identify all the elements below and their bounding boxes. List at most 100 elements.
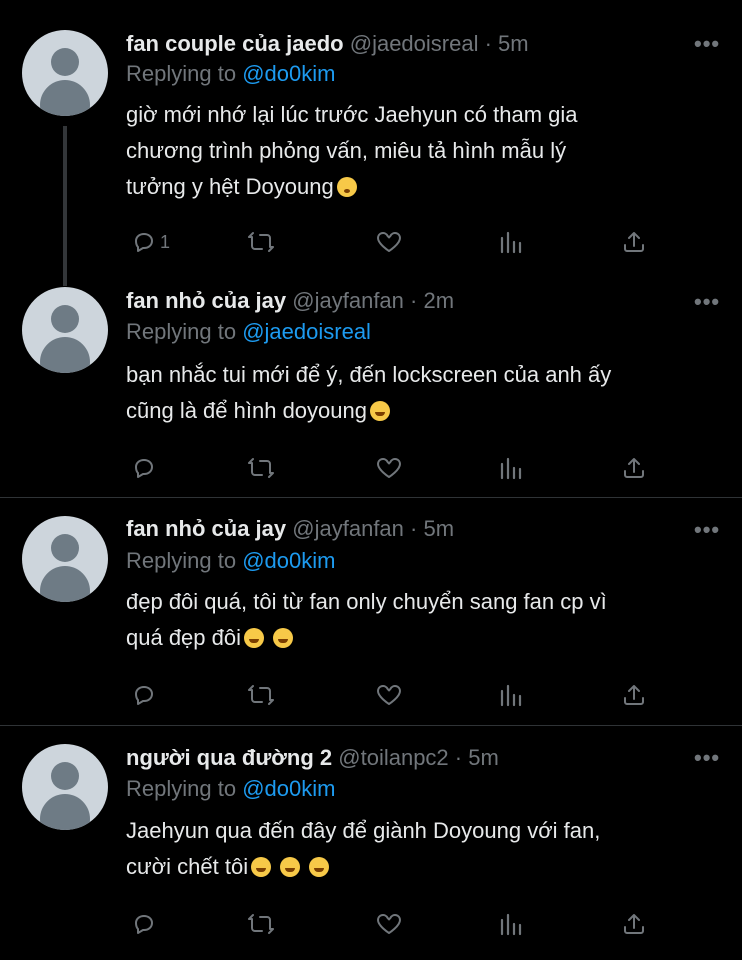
share-button[interactable] xyxy=(622,227,646,257)
replying-handle-link[interactable]: @do0kim xyxy=(242,548,335,573)
tweet-actions xyxy=(126,909,646,939)
thread-line xyxy=(63,126,67,286)
display-name[interactable]: người qua đường 2 xyxy=(126,745,332,770)
more-options-icon[interactable]: ••• xyxy=(694,33,720,55)
reply-button[interactable] xyxy=(132,453,156,483)
tweet-text: bạn nhắc tui mới để ý, đến lockscreen củ… xyxy=(126,357,726,429)
share-icon xyxy=(624,232,644,252)
analytics-icon xyxy=(500,913,522,936)
reply-button[interactable] xyxy=(132,909,156,939)
like-button[interactable] xyxy=(375,909,403,939)
reply-button[interactable] xyxy=(132,680,156,710)
replying-to: Replying to @do0kim xyxy=(126,546,335,576)
analytics-icon xyxy=(500,684,522,707)
avatar[interactable] xyxy=(22,744,108,830)
tweet-text-line: đẹp đôi quá, tôi từ fan only chuyển sang… xyxy=(126,589,607,614)
replying-handle-link[interactable]: @jaedoisreal xyxy=(242,319,371,344)
tweet-text-line: cũng là để hình doyoung xyxy=(126,398,367,423)
separator: · xyxy=(403,288,424,313)
tweet-header: fan nhỏ của jay @jayfanfan · 2m xyxy=(126,286,454,316)
replying-to: Replying to @jaedoisreal xyxy=(126,317,371,347)
tweet-header: người qua đường 2 @toilanpc2 · 5m xyxy=(126,743,499,773)
smiling-face-hearts-emoji-icon xyxy=(244,628,264,648)
replying-prefix: Replying to xyxy=(126,776,237,801)
analytics-button[interactable] xyxy=(499,227,523,257)
user-handle[interactable]: @jayfanfan xyxy=(292,288,404,313)
like-button[interactable] xyxy=(375,680,403,710)
timestamp[interactable]: 5m xyxy=(468,745,499,770)
retweet-icon xyxy=(248,914,274,934)
like-icon xyxy=(376,914,402,934)
analytics-button[interactable] xyxy=(499,453,523,483)
more-options-icon[interactable]: ••• xyxy=(694,747,720,769)
tweet-text-line: bạn nhắc tui mới để ý, đến lockscreen củ… xyxy=(126,362,612,387)
display-name[interactable]: fan nhỏ của jay xyxy=(126,288,286,313)
tweet-divider xyxy=(0,725,742,726)
share-icon xyxy=(624,458,644,478)
tweet-text-line: chương trình phỏng vấn, miêu tả hình mẫu… xyxy=(126,138,567,163)
display-name[interactable]: fan nhỏ của jay xyxy=(126,516,286,541)
avatar[interactable] xyxy=(22,30,108,116)
replying-to: Replying to @do0kim xyxy=(126,59,335,89)
tweet-actions xyxy=(126,453,646,483)
display-name[interactable]: fan couple của jaedo xyxy=(126,31,344,56)
user-handle[interactable]: @toilanpc2 xyxy=(338,745,448,770)
tweet-text: Jaehyun qua đến đây để giành Doyoung với… xyxy=(126,813,726,885)
tweet-text-line: cười chết tôi xyxy=(126,854,249,879)
separator: · xyxy=(403,516,424,541)
like-button[interactable] xyxy=(375,227,403,257)
tweet-text: giờ mới nhớ lại lúc trước Jaehyun có tha… xyxy=(126,97,726,205)
replying-to: Replying to @do0kim xyxy=(126,774,335,804)
retweet-icon xyxy=(248,232,274,252)
tweet-divider xyxy=(0,497,742,498)
avatar[interactable] xyxy=(22,516,108,602)
tweet-text-line: quá đẹp đôi xyxy=(126,625,241,650)
like-icon xyxy=(376,685,402,705)
user-handle[interactable]: @jayfanfan xyxy=(292,516,404,541)
rofl-emoji-icon xyxy=(251,857,272,877)
tweet-text-line: tưởng y hệt Doyoung xyxy=(126,174,334,199)
replying-prefix: Replying to xyxy=(126,548,237,573)
smiling-face-hearts-emoji-icon xyxy=(273,628,294,648)
rofl-emoji-icon xyxy=(280,857,301,877)
analytics-icon xyxy=(500,457,522,480)
tweet-text: đẹp đôi quá, tôi từ fan only chuyển sang… xyxy=(126,584,726,656)
analytics-button[interactable] xyxy=(499,680,523,710)
share-button[interactable] xyxy=(622,909,646,939)
separator: · xyxy=(448,745,469,770)
like-button[interactable] xyxy=(375,453,403,483)
flushed-face-emoji-icon xyxy=(336,177,357,197)
tweet-actions xyxy=(126,680,646,710)
share-button[interactable] xyxy=(622,453,646,483)
retweet-button[interactable] xyxy=(247,227,275,257)
reply-icon xyxy=(135,459,153,478)
analytics-button[interactable] xyxy=(499,909,523,939)
retweet-icon xyxy=(248,458,274,478)
replying-handle-link[interactable]: @do0kim xyxy=(242,776,335,801)
more-options-icon[interactable]: ••• xyxy=(694,291,720,313)
tweet-text-line: Jaehyun qua đến đây để giành Doyoung với… xyxy=(126,818,601,843)
replying-prefix: Replying to xyxy=(126,319,237,344)
timestamp[interactable]: 2m xyxy=(423,288,454,313)
avatar[interactable] xyxy=(22,287,108,373)
reply-icon xyxy=(135,233,153,252)
retweet-button[interactable] xyxy=(247,453,275,483)
share-icon xyxy=(624,685,644,705)
share-button[interactable] xyxy=(622,680,646,710)
separator: · xyxy=(478,31,499,56)
like-icon xyxy=(376,458,402,478)
timestamp[interactable]: 5m xyxy=(498,31,529,56)
retweet-button[interactable] xyxy=(247,680,275,710)
like-icon xyxy=(376,232,402,252)
more-options-icon[interactable]: ••• xyxy=(694,519,720,541)
retweet-button[interactable] xyxy=(247,909,275,939)
user-handle[interactable]: @jaedoisreal xyxy=(350,31,479,56)
tweet-header: fan couple của jaedo @jaedoisreal · 5m xyxy=(126,29,529,59)
replying-prefix: Replying to xyxy=(126,61,237,86)
reply-icon xyxy=(135,915,153,934)
timestamp[interactable]: 5m xyxy=(423,516,454,541)
reply-button[interactable]: 1 xyxy=(132,227,170,257)
smiling-face-hearts-emoji-icon xyxy=(369,401,390,421)
reply-icon xyxy=(135,686,153,705)
replying-handle-link[interactable]: @do0kim xyxy=(242,61,335,86)
